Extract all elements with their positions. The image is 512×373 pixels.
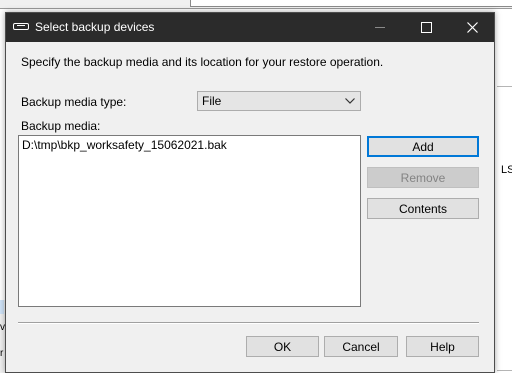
- maximize-button[interactable]: [403, 13, 449, 42]
- media-type-select[interactable]: File: [197, 91, 361, 111]
- add-button[interactable]: Add: [367, 136, 479, 157]
- help-button[interactable]: Help: [406, 336, 479, 357]
- select-backup-devices-dialog: Select backup devices Specify the backup…: [5, 12, 495, 373]
- remove-button[interactable]: Remove: [367, 167, 479, 188]
- device-icon: [13, 23, 29, 30]
- title-bar[interactable]: Select backup devices: [6, 13, 494, 42]
- background-text: r: [0, 348, 4, 359]
- background-divider: [497, 370, 512, 371]
- backup-media-list[interactable]: D:\tmp\bkp_worksafety_15062021.bak: [18, 135, 361, 307]
- maximize-icon: [420, 22, 432, 33]
- chevron-down-icon: [345, 98, 355, 104]
- instruction-text: Specify the backup media and its locatio…: [21, 55, 384, 69]
- minimize-button[interactable]: [357, 13, 403, 42]
- media-type-value: File: [202, 94, 222, 108]
- background-panel-top: [190, 0, 512, 7]
- media-list-label: Backup media:: [21, 119, 101, 133]
- contents-button[interactable]: Contents: [367, 198, 479, 219]
- minimize-icon: [375, 27, 385, 28]
- list-item[interactable]: D:\tmp\bkp_worksafety_15062021.bak: [22, 138, 227, 152]
- cancel-button[interactable]: Cancel: [324, 336, 398, 357]
- background-divider: [497, 86, 512, 87]
- close-button[interactable]: [449, 13, 495, 42]
- dialog-title: Select backup devices: [35, 20, 155, 34]
- background-selection: [0, 300, 4, 314]
- media-type-label: Backup media type:: [21, 95, 127, 109]
- close-icon: [466, 22, 478, 33]
- ok-button[interactable]: OK: [246, 336, 319, 357]
- separator: [18, 322, 479, 324]
- background-text: LS: [501, 164, 512, 176]
